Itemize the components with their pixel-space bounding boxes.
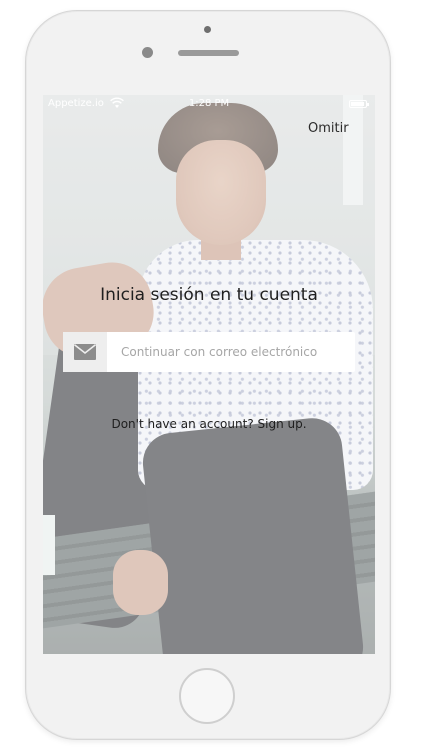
- signup-link[interactable]: Don't have an account? Sign up.: [43, 417, 375, 431]
- status-bar: Appetize.io 1:28 PM: [43, 95, 375, 113]
- front-camera: [142, 47, 153, 58]
- home-button[interactable]: [179, 668, 235, 724]
- continue-with-email-button[interactable]: Continuar con correo electrónico: [63, 332, 355, 372]
- status-time: 1:28 PM: [188, 98, 230, 109]
- email-button-label: Continuar con correo electrónico: [121, 345, 318, 359]
- skip-button[interactable]: Omitir: [308, 121, 349, 136]
- proximity-sensor: [204, 26, 211, 33]
- earpiece-speaker: [178, 50, 239, 56]
- envelope-icon: [63, 332, 107, 372]
- login-title: Inicia sesión en tu cuenta: [100, 285, 318, 305]
- battery-icon: [349, 100, 369, 108]
- app-screen: Appetize.io 1:28 PM Omitir Inicia sesión…: [43, 95, 375, 654]
